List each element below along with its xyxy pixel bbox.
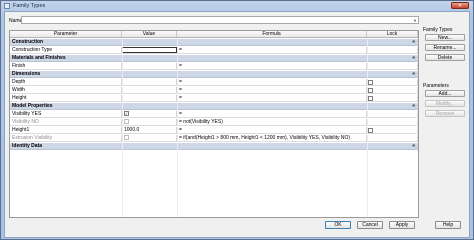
collapse-icon[interactable]: « <box>412 55 415 61</box>
parameter-cell[interactable]: Height1 <box>10 127 122 133</box>
header-formula[interactable]: Formula <box>177 31 367 37</box>
lock-checkbox[interactable] <box>368 128 373 133</box>
formula-cell[interactable]: = <box>177 63 367 69</box>
app-icon <box>4 3 10 9</box>
value-checkbox[interactable] <box>124 119 129 125</box>
parameters-label: Parameters <box>423 83 449 89</box>
header-lock[interactable]: Lock <box>367 31 418 37</box>
formula-cell[interactable]: = not(Visibility YES) <box>177 119 367 125</box>
group-title: Materials and Finishes <box>12 55 66 61</box>
window-title: Family Types <box>13 3 46 9</box>
formula-cell[interactable]: = <box>177 87 367 93</box>
group-header[interactable]: Identity Data « <box>10 143 418 150</box>
value-text: 1000.0 <box>124 127 140 133</box>
lock-checkbox[interactable] <box>368 96 373 101</box>
table-row: Depth = <box>10 79 418 86</box>
value-cell[interactable] <box>122 87 177 93</box>
new-type-button[interactable]: New... <box>425 34 465 41</box>
parameter-cell[interactable]: Width <box>10 87 122 93</box>
close-button[interactable]: ✕ <box>451 2 469 9</box>
group-title: Construction <box>12 39 44 45</box>
table-header: Parameter Value Formula Lock <box>10 31 418 38</box>
collapse-icon[interactable]: « <box>412 71 415 77</box>
formula-cell[interactable]: = <box>177 47 367 53</box>
collapse-icon[interactable]: « <box>412 103 415 109</box>
table-row: Height1 1000.0 = <box>10 127 418 134</box>
parameter-cell[interactable]: Finish <box>10 63 122 69</box>
parameter-cell[interactable]: Depth <box>10 79 122 85</box>
formula-cell[interactable]: = if(and(Height1 > 800 mm, Height1 < 120… <box>177 135 367 141</box>
delete-type-button[interactable]: Delete <box>425 54 465 61</box>
table-row: Construction Type = <box>10 47 418 54</box>
value-checkbox[interactable]: ✓ <box>124 111 129 117</box>
group-header[interactable]: Materials and Finishes « <box>10 55 418 62</box>
lock-checkbox[interactable] <box>368 88 373 93</box>
table-row: Width = <box>10 87 418 94</box>
table-row: Visibility NO = not(Visibility YES) <box>10 119 418 126</box>
dialog-body: Name: ▼ Parameter Value Formula Lock Con… <box>4 11 470 238</box>
table-row: Visibility YES ✓ = <box>10 111 418 118</box>
group-header[interactable]: Construction « <box>10 39 418 46</box>
lock-cell <box>367 63 418 69</box>
family-types-label: Family Types <box>423 27 453 33</box>
lock-cell <box>367 127 418 133</box>
group-header[interactable]: Model Properties « <box>10 103 418 110</box>
parameter-cell[interactable]: Extrusion Visibility <box>10 135 122 141</box>
lock-cell <box>367 119 418 125</box>
lock-cell <box>367 135 418 141</box>
collapse-icon[interactable]: « <box>412 143 415 149</box>
table-row: Height = <box>10 95 418 102</box>
lock-cell <box>367 79 418 85</box>
lock-checkbox[interactable] <box>368 80 373 85</box>
parameters-table: Parameter Value Formula Lock Constructio… <box>9 30 419 218</box>
apply-button[interactable]: Apply <box>389 221 415 229</box>
column-divider <box>177 38 178 217</box>
group-header[interactable]: Dimensions « <box>10 71 418 78</box>
remove-parameter-button[interactable]: Remove <box>425 110 465 117</box>
formula-cell[interactable]: = <box>177 95 367 101</box>
modify-parameter-button[interactable]: Modify... <box>425 100 465 107</box>
value-cell[interactable] <box>122 47 177 53</box>
lock-cell <box>367 95 418 101</box>
table-row: Extrusion Visibility = if(and(Height1 > 8… <box>10 135 418 142</box>
column-divider <box>122 38 123 217</box>
ok-button[interactable]: OK <box>325 221 351 229</box>
value-cell[interactable] <box>122 119 177 125</box>
chevron-down-icon: ▼ <box>413 18 417 23</box>
collapse-icon[interactable]: « <box>412 39 415 45</box>
name-dropdown[interactable]: ▼ <box>21 16 419 24</box>
column-divider <box>367 38 368 217</box>
title-bar: Family Types ✕ <box>1 1 473 11</box>
family-types-dialog: Family Types ✕ Name: ▼ Parameter Value F… <box>0 0 474 240</box>
rename-type-button[interactable]: Rename... <box>425 44 465 51</box>
parameter-cell[interactable]: Height <box>10 95 122 101</box>
formula-cell[interactable]: = <box>177 79 367 85</box>
parameter-cell[interactable]: Construction Type <box>10 47 122 53</box>
value-cell[interactable]: 1000.0 <box>122 127 177 133</box>
formula-cell[interactable]: = <box>177 111 367 117</box>
header-value[interactable]: Value <box>122 31 177 37</box>
group-title: Identity Data <box>12 143 43 149</box>
value-cell[interactable]: ✓ <box>122 111 177 117</box>
lock-cell <box>367 87 418 93</box>
value-cell[interactable] <box>122 135 177 141</box>
cancel-button[interactable]: Cancel <box>357 221 383 229</box>
formula-cell[interactable]: = <box>177 127 367 133</box>
value-cell[interactable] <box>122 63 177 69</box>
group-title: Model Properties <box>12 103 53 109</box>
value-cell[interactable] <box>122 95 177 101</box>
table-row: Finish = <box>10 63 418 70</box>
close-icon: ✕ <box>457 3 463 9</box>
group-title: Dimensions <box>12 71 41 77</box>
add-parameter-button[interactable]: Add... <box>425 90 465 97</box>
parameter-cell[interactable]: Visibility NO <box>10 119 122 125</box>
help-button[interactable]: Help <box>435 221 461 229</box>
parameter-cell[interactable]: Visibility YES <box>10 111 122 117</box>
header-parameter[interactable]: Parameter <box>10 31 122 37</box>
lock-cell <box>367 111 418 117</box>
lock-cell <box>367 47 418 53</box>
value-cell[interactable] <box>122 79 177 85</box>
value-checkbox[interactable] <box>124 135 129 141</box>
